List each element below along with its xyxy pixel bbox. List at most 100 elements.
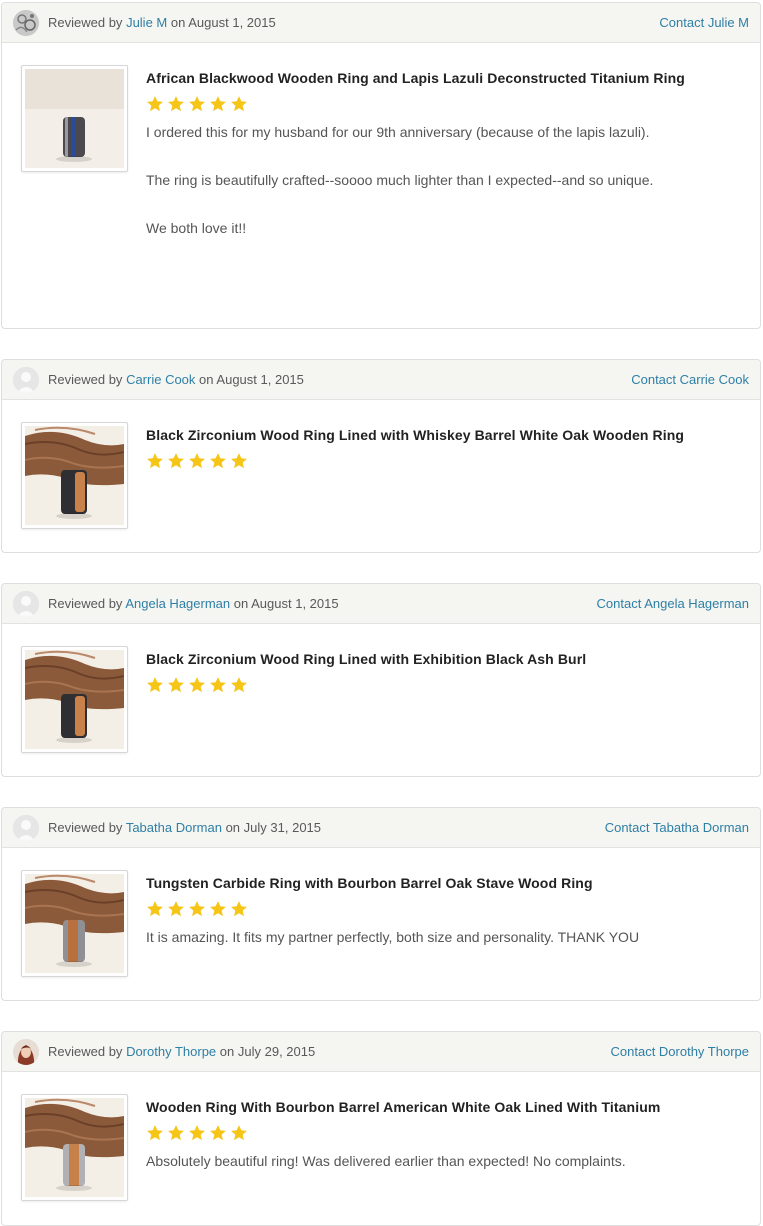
review-paragraph: The ring is beautifully crafted--soooo m… [146,172,654,188]
star-icon [146,900,164,918]
review-date: July 31, 2015 [243,820,322,835]
star-icon [167,452,185,470]
star-icon [167,1124,185,1142]
review-content: African Blackwood Wooden Ring and Lapis … [146,65,706,240]
star-icon [230,1124,248,1142]
contact-reviewer-link[interactable]: Contact Tabatha Dorman [605,820,749,835]
star-rating [146,1124,706,1142]
contact-reviewer-link[interactable]: Contact Angela Hagerman [597,596,749,611]
review-header: Reviewed by Angela Hagerman on August 1,… [2,584,760,624]
star-icon [230,900,248,918]
star-icon [209,676,227,694]
star-rating [146,95,706,113]
review-header: Reviewed by Julie M on August 1, 2015 Con… [2,3,760,43]
review-card: Reviewed by Dorothy Thorpe on July 29, 2… [1,1031,761,1226]
review-card: Reviewed by Angela Hagerman on August 1,… [1,583,761,777]
product-title[interactable]: Black Zirconium Wood Ring Lined with Whi… [146,427,706,443]
avatar[interactable] [13,1038,39,1065]
product-title[interactable]: Wooden Ring With Bourbon Barrel American… [146,1099,706,1115]
review-meta: Reviewed by Dorothy Thorpe on July 29, 2… [48,1044,315,1059]
product-thumbnail[interactable] [21,422,128,529]
reviewer-name-link[interactable]: Dorothy Thorpe [126,1044,216,1059]
on-label: on [199,372,214,387]
review-meta: Reviewed by Julie M on August 1, 2015 [48,15,276,30]
review-content: Black Zirconium Wood Ring Lined with Whi… [146,422,706,529]
review-body: Black Zirconium Wood Ring Lined with Whi… [2,400,760,529]
star-icon [209,95,227,113]
star-icon [230,95,248,113]
star-icon [188,676,206,694]
ring-product-image[interactable] [25,1098,124,1197]
review-text: Absolutely beautiful ring! Was delivered… [146,1149,666,1173]
on-label: on [233,596,249,611]
reviewer-name-link[interactable]: Angela Hagerman [125,596,230,611]
review-paragraph: I ordered this for my husband for our 9t… [146,124,650,140]
review-meta: Reviewed by Angela Hagerman on August 1,… [48,596,339,611]
review-body: Tungsten Carbide Ring with Bourbon Barre… [2,848,760,977]
star-icon [188,900,206,918]
reviewed-by-label: Reviewed by [48,15,123,30]
review-content: Wooden Ring With Bourbon Barrel American… [146,1094,706,1201]
avatar[interactable] [13,9,39,36]
star-icon [230,452,248,470]
review-content: Tungsten Carbide Ring with Bourbon Barre… [146,870,706,977]
review-paragraph: We both love it!! [146,220,247,236]
review-body: African Blackwood Wooden Ring and Lapis … [2,43,760,240]
star-rating [146,676,706,694]
ring-product-image[interactable] [25,874,124,973]
product-title[interactable]: African Blackwood Wooden Ring and Lapis … [146,70,706,86]
reviewed-by-label: Reviewed by [48,820,123,835]
ring-product-image[interactable] [25,650,124,749]
avatar[interactable] [13,814,39,841]
product-title[interactable]: Black Zirconium Wood Ring Lined with Exh… [146,651,706,667]
star-icon [167,676,185,694]
reviewer-name-link[interactable]: Carrie Cook [126,372,195,387]
reviewed-by-label: Reviewed by [48,1044,123,1059]
avatar[interactable] [13,590,39,617]
review-header: Reviewed by Dorothy Thorpe on July 29, 2… [2,1032,760,1072]
star-icon [146,676,164,694]
avatar[interactable] [13,366,39,393]
product-thumbnail[interactable] [21,646,128,753]
reviewer-name-link[interactable]: Julie M [126,15,167,30]
product-thumbnail[interactable] [21,65,128,172]
contact-reviewer-link[interactable]: Contact Dorothy Thorpe [611,1044,750,1059]
on-label: on [170,15,186,30]
star-icon [146,95,164,113]
on-label: on [219,1044,235,1059]
review-header: Reviewed by Carrie Cook on August 1, 201… [2,360,760,400]
star-rating [146,452,706,470]
reviewed-by-label: Reviewed by [48,596,123,611]
review-card: Reviewed by Julie M on August 1, 2015 Con… [1,2,761,329]
star-icon [146,452,164,470]
star-icon [188,452,206,470]
on-label: on [225,820,241,835]
star-icon [209,452,227,470]
product-thumbnail[interactable] [21,1094,128,1201]
ring-product-image[interactable] [25,426,124,525]
review-body: Wooden Ring With Bourbon Barrel American… [2,1072,760,1201]
ring-product-image[interactable] [25,69,124,168]
contact-reviewer-link[interactable]: Contact Julie M [659,15,749,30]
star-icon [167,900,185,918]
review-paragraph: It is amazing. It fits my partner perfec… [146,929,640,945]
contact-reviewer-link[interactable]: Contact Carrie Cook [631,372,749,387]
review-card: Reviewed by Carrie Cook on August 1, 201… [1,359,761,553]
review-meta: Reviewed by Carrie Cook on August 1, 201… [48,372,304,387]
reviewed-by-label: Reviewed by [48,372,123,387]
star-icon [209,900,227,918]
review-body: Black Zirconium Wood Ring Lined with Exh… [2,624,760,753]
star-icon [146,1124,164,1142]
review-date: July 29, 2015 [237,1044,316,1059]
product-thumbnail[interactable] [21,870,128,977]
review-header: Reviewed by Tabatha Dorman on July 31, 2… [2,808,760,848]
review-card: Reviewed by Tabatha Dorman on July 31, 2… [1,807,761,1001]
review-meta: Reviewed by Tabatha Dorman on July 31, 2… [48,820,321,835]
star-icon [167,95,185,113]
star-icon [188,95,206,113]
star-icon [230,676,248,694]
product-title[interactable]: Tungsten Carbide Ring with Bourbon Barre… [146,875,706,891]
reviewer-name-link[interactable]: Tabatha Dorman [126,820,222,835]
review-date: August 1, 2015 [216,372,304,387]
review-date: August 1, 2015 [188,15,276,30]
